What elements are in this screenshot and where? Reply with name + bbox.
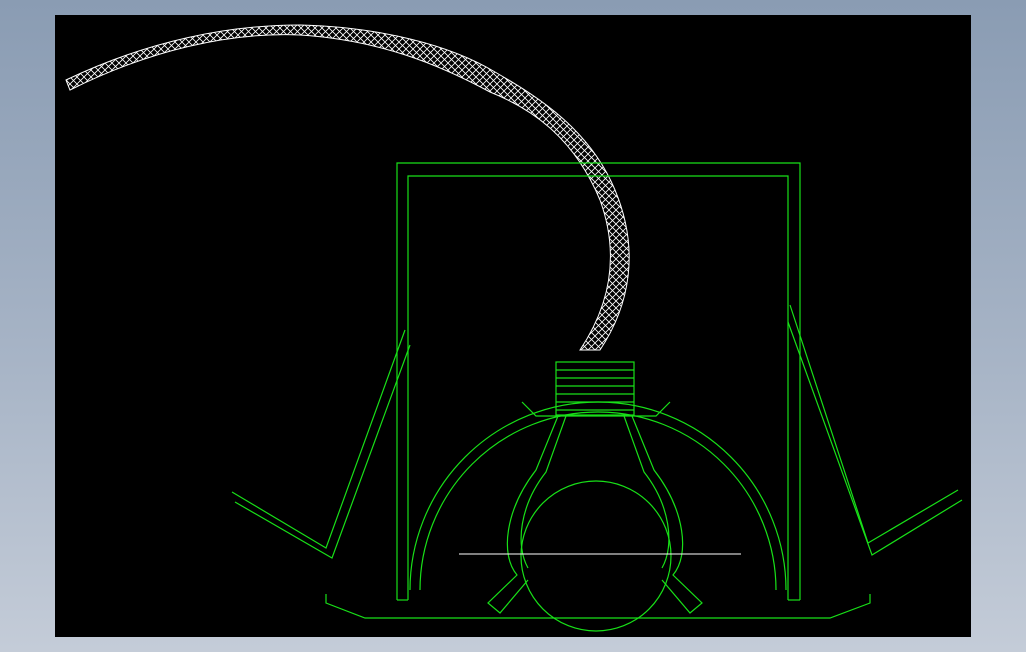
inner-semicircle-housing	[419, 411, 777, 591]
cad-model-viewport[interactable]	[55, 15, 971, 637]
clamp-bracket	[487, 361, 703, 614]
cad-drawing	[65, 24, 963, 632]
outer-semicircle-housing	[409, 401, 787, 591]
right-chute	[787, 304, 963, 556]
frame-enclosure	[396, 162, 801, 601]
left-chute	[231, 329, 411, 559]
conduit-hose	[65, 24, 630, 351]
inner-pipe-circle	[520, 480, 672, 632]
